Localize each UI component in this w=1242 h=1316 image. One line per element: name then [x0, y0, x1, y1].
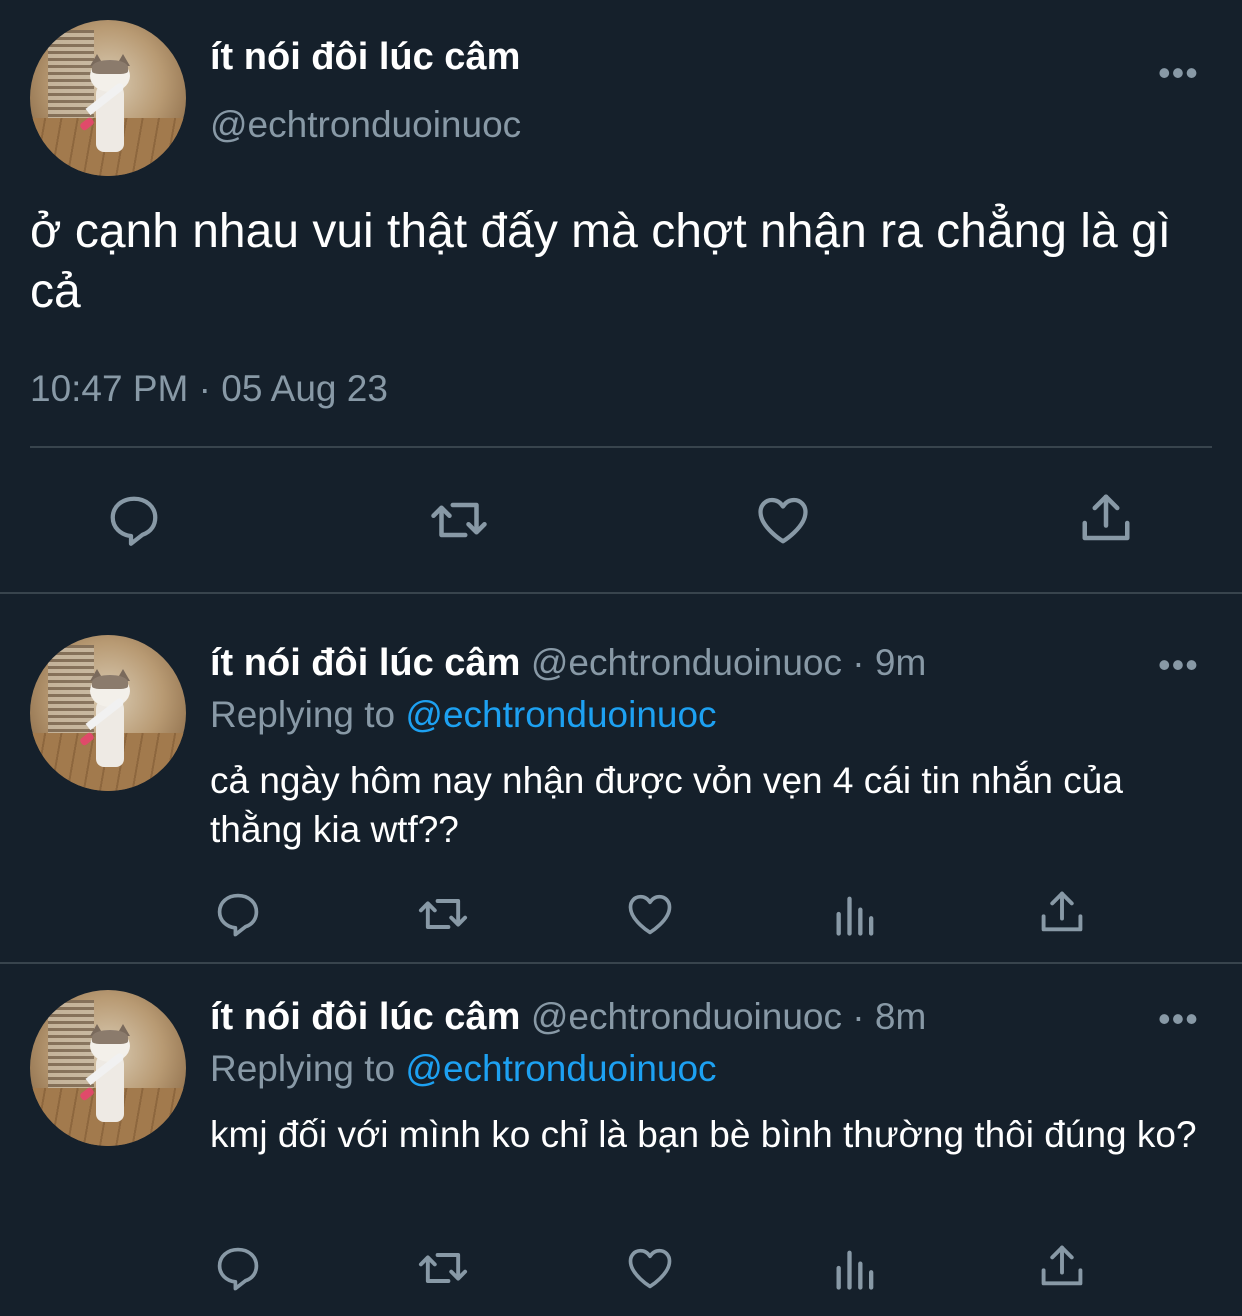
- more-options-icon[interactable]: •••: [1158, 644, 1199, 686]
- display-name[interactable]: ít nói đôi lúc câm: [210, 642, 520, 684]
- share-icon: [1036, 1240, 1088, 1292]
- replying-mention-link[interactable]: @echtronduoinuoc: [405, 1048, 716, 1089]
- replying-label: Replying to: [210, 1048, 406, 1089]
- avatar[interactable]: [30, 990, 186, 1146]
- like-icon: [624, 888, 676, 940]
- like-button[interactable]: [752, 490, 814, 550]
- like-button[interactable]: [624, 888, 676, 940]
- retweet-icon: [414, 1242, 472, 1294]
- retweet-icon: [414, 888, 472, 940]
- retweet-button[interactable]: [414, 888, 472, 940]
- share-button[interactable]: [1036, 886, 1088, 938]
- replying-label: Replying to: [210, 694, 406, 735]
- like-icon: [752, 490, 814, 550]
- share-icon: [1076, 488, 1136, 548]
- tweet-timestamp[interactable]: 10:47 PM · 05 Aug 23: [30, 368, 388, 410]
- like-button[interactable]: [624, 1242, 676, 1294]
- share-icon: [1036, 886, 1088, 938]
- more-options-icon[interactable]: •••: [1158, 52, 1199, 94]
- share-button[interactable]: [1036, 1240, 1088, 1292]
- replying-to: Replying to @echtronduoinuoc: [210, 694, 717, 736]
- more-options-icon[interactable]: •••: [1158, 998, 1199, 1040]
- reply-icon: [212, 888, 264, 940]
- retweet-button[interactable]: [414, 1242, 472, 1294]
- handle-and-time[interactable]: @echtronduoinuoc · 8m: [531, 996, 926, 1037]
- reply-button[interactable]: [212, 888, 264, 940]
- analytics-icon: [830, 888, 882, 940]
- analytics-button[interactable]: [830, 888, 882, 940]
- retweet-button[interactable]: [426, 490, 492, 550]
- tweet-text: cả ngày hôm nay nhận được vỏn vẹn 4 cái …: [210, 760, 1123, 850]
- tweet-text: kmj đối với mình ko chỉ là bạn bè bình t…: [210, 1114, 1197, 1155]
- avatar[interactable]: [30, 635, 186, 791]
- like-icon: [624, 1242, 676, 1294]
- retweet-icon: [426, 490, 492, 550]
- divider: [0, 962, 1242, 964]
- replying-to: Replying to @echtronduoinuoc: [210, 1048, 717, 1090]
- divider: [30, 446, 1212, 448]
- replying-mention-link[interactable]: @echtronduoinuoc: [405, 694, 716, 735]
- share-button[interactable]: [1076, 488, 1136, 548]
- display-name[interactable]: ít nói đôi lúc câm: [210, 36, 520, 79]
- user-handle[interactable]: @echtronduoinuoc: [210, 104, 521, 146]
- display-name[interactable]: ít nói đôi lúc câm: [210, 996, 520, 1038]
- handle-and-time[interactable]: @echtronduoinuoc · 9m: [531, 642, 926, 683]
- reply-icon: [104, 490, 164, 550]
- analytics-button[interactable]: [830, 1242, 882, 1294]
- tweet-text: ở cạnh nhau vui thật đấy mà chợt nhận ra…: [30, 205, 1172, 318]
- reply-button[interactable]: [104, 490, 164, 550]
- divider: [0, 592, 1242, 594]
- analytics-icon: [830, 1242, 882, 1294]
- reply-button[interactable]: [212, 1242, 264, 1294]
- avatar[interactable]: [30, 20, 186, 176]
- reply-icon: [212, 1242, 264, 1294]
